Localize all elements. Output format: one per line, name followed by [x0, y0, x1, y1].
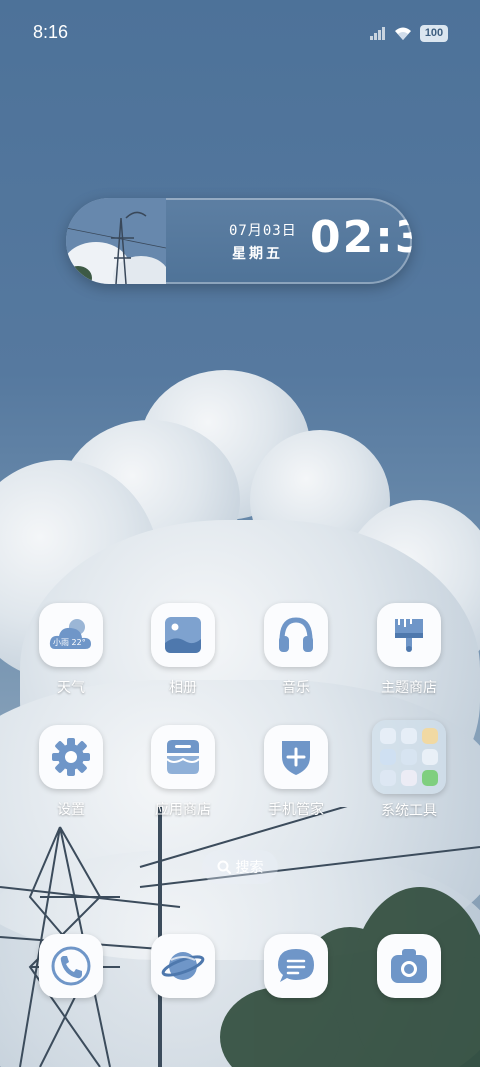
- clock-widget[interactable]: 07月03日 星期五 02:36: [66, 198, 412, 284]
- phone-icon: [39, 934, 103, 998]
- app-settings[interactable]: 设置: [26, 725, 116, 835]
- headphones-icon: [264, 603, 328, 667]
- cellular-signal-icon: [370, 27, 385, 40]
- app-music[interactable]: 音乐: [251, 603, 341, 713]
- widget-clock: 02:36: [310, 212, 412, 263]
- battery-indicator: 100: [420, 25, 448, 42]
- app-label: 主题商店: [381, 680, 437, 696]
- widget-weekday: 星期五: [232, 246, 283, 262]
- folder-system-tools[interactable]: 系统工具: [364, 720, 454, 835]
- app-phone-manager[interactable]: 手机管家: [251, 725, 341, 835]
- gear-icon: [39, 725, 103, 789]
- app-weather[interactable]: 小雨 22° 天气: [26, 603, 116, 713]
- app-app-store[interactable]: 应用商店: [138, 725, 228, 835]
- app-label: 应用商店: [155, 802, 211, 818]
- search-label: 搜索: [235, 860, 264, 876]
- chat-bubble-icon: [264, 934, 328, 998]
- app-theme-store[interactable]: 主题商店: [364, 603, 454, 713]
- status-time: 8:16: [33, 22, 69, 42]
- brush-icon: [377, 603, 441, 667]
- app-label: 系统工具: [381, 803, 437, 819]
- app-label: 设置: [57, 802, 85, 818]
- dock-camera[interactable]: [364, 934, 454, 1044]
- widget-date: 07月03日: [229, 223, 297, 239]
- dock-phone[interactable]: [26, 934, 116, 1044]
- widget-photo: [66, 198, 166, 284]
- folder-icon: [372, 720, 446, 794]
- app-label: 相册: [169, 680, 197, 696]
- planet-icon: [151, 934, 215, 998]
- search-icon: [217, 860, 231, 874]
- search-button[interactable]: 搜索: [202, 850, 278, 884]
- camera-icon: [377, 934, 441, 998]
- wifi-icon: [395, 27, 411, 40]
- store-icon: [151, 725, 215, 789]
- shield-plus-icon: [264, 725, 328, 789]
- app-label: 手机管家: [268, 802, 324, 818]
- app-gallery[interactable]: 相册: [138, 603, 228, 713]
- weather-icon: 小雨 22°: [39, 603, 103, 667]
- app-label: 天气: [57, 680, 85, 696]
- dock-browser[interactable]: [138, 934, 228, 1044]
- dock-messages[interactable]: [251, 934, 341, 1044]
- weather-text: 小雨 22°: [53, 638, 86, 647]
- app-label: 音乐: [282, 680, 310, 696]
- gallery-icon: [151, 603, 215, 667]
- status-bar: 8:16 100: [0, 0, 480, 60]
- wallpaper: [0, 0, 480, 1067]
